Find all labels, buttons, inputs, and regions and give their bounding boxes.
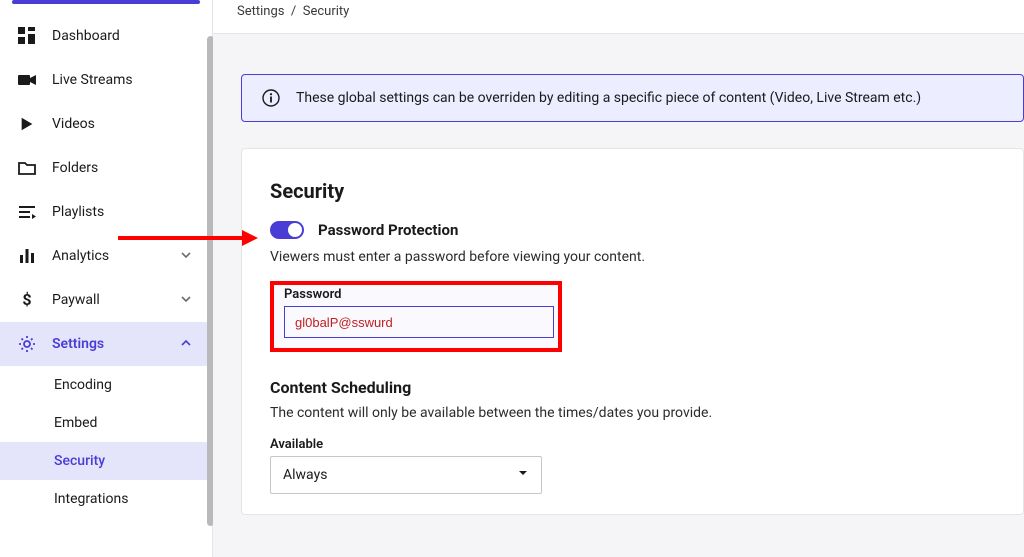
sidebar-item-folders[interactable]: Folders — [0, 146, 212, 190]
dashboard-icon — [18, 27, 36, 45]
security-heading: Security — [270, 179, 995, 203]
available-select[interactable]: Always — [270, 456, 542, 494]
brand-accent — [12, 0, 200, 4]
dollar-icon: $ — [18, 291, 36, 309]
subnav-label: Integrations — [54, 491, 128, 507]
subnav-integrations[interactable]: Integrations — [0, 480, 212, 518]
password-protection-toggle[interactable] — [270, 221, 304, 239]
breadcrumb-leaf: Security — [303, 4, 350, 19]
sidebar-item-playlists[interactable]: Playlists — [0, 190, 212, 234]
sidebar: Dashboard Live Streams Videos Folders — [0, 0, 213, 557]
gear-icon — [18, 335, 36, 353]
sidebar-item-live-streams[interactable]: Live Streams — [0, 58, 212, 102]
sidebar-item-settings[interactable]: Settings — [0, 322, 212, 366]
caret-down-icon — [517, 467, 529, 483]
sidebar-item-analytics[interactable]: Analytics — [0, 234, 212, 278]
password-protection-label: Password Protection — [318, 221, 458, 239]
subnav-security[interactable]: Security — [0, 442, 212, 480]
subnav-label: Embed — [54, 415, 97, 431]
settings-card: Security Password Protection Viewers mus… — [241, 148, 1024, 515]
folder-icon — [18, 159, 36, 177]
info-banner: These global settings can be overriden b… — [241, 74, 1024, 122]
info-icon — [262, 89, 280, 107]
chevron-down-icon — [180, 249, 194, 263]
sidebar-item-label: Videos — [52, 116, 194, 132]
camera-icon — [18, 71, 36, 89]
breadcrumb-sep: / — [291, 4, 296, 19]
scheduling-desc: The content will only be available betwe… — [270, 405, 995, 421]
sidebar-item-paywall[interactable]: $ Paywall — [0, 278, 212, 322]
breadcrumb-root[interactable]: Settings — [237, 4, 284, 19]
toggle-knob — [288, 223, 302, 237]
password-input[interactable] — [284, 306, 554, 338]
sidebar-item-dashboard[interactable]: Dashboard — [0, 14, 212, 58]
scheduling-heading: Content Scheduling — [270, 378, 995, 397]
play-icon — [18, 115, 36, 133]
sidebar-item-label: Playlists — [52, 204, 194, 220]
password-protection-desc: Viewers must enter a password before vie… — [270, 249, 995, 265]
chevron-up-icon — [180, 337, 194, 351]
main-content: Settings / Security These global setting… — [213, 0, 1024, 557]
subnav-encoding[interactable]: Encoding — [0, 366, 212, 404]
sidebar-item-label: Dashboard — [52, 28, 194, 44]
sidebar-item-label: Settings — [52, 336, 164, 352]
breadcrumb: Settings / Security — [213, 0, 1024, 34]
subnav-label: Encoding — [54, 377, 112, 393]
subnav-embed[interactable]: Embed — [0, 404, 212, 442]
chevron-down-icon — [180, 293, 194, 307]
subnav-label: Security — [54, 453, 105, 469]
analytics-icon — [18, 247, 36, 265]
available-label: Available — [270, 437, 995, 452]
sidebar-item-videos[interactable]: Videos — [0, 102, 212, 146]
sidebar-item-label: Folders — [52, 160, 194, 176]
svg-text:$: $ — [22, 291, 31, 309]
playlist-icon — [18, 203, 36, 221]
info-banner-text: These global settings can be overriden b… — [296, 90, 921, 106]
password-label: Password — [284, 287, 548, 302]
password-field-highlight: Password — [270, 281, 562, 352]
sidebar-item-label: Live Streams — [52, 72, 194, 88]
available-value: Always — [283, 467, 327, 483]
sidebar-item-label: Analytics — [52, 248, 164, 264]
settings-subnav: Encoding Embed Security Integrations — [0, 366, 212, 518]
sidebar-item-label: Paywall — [52, 292, 164, 308]
